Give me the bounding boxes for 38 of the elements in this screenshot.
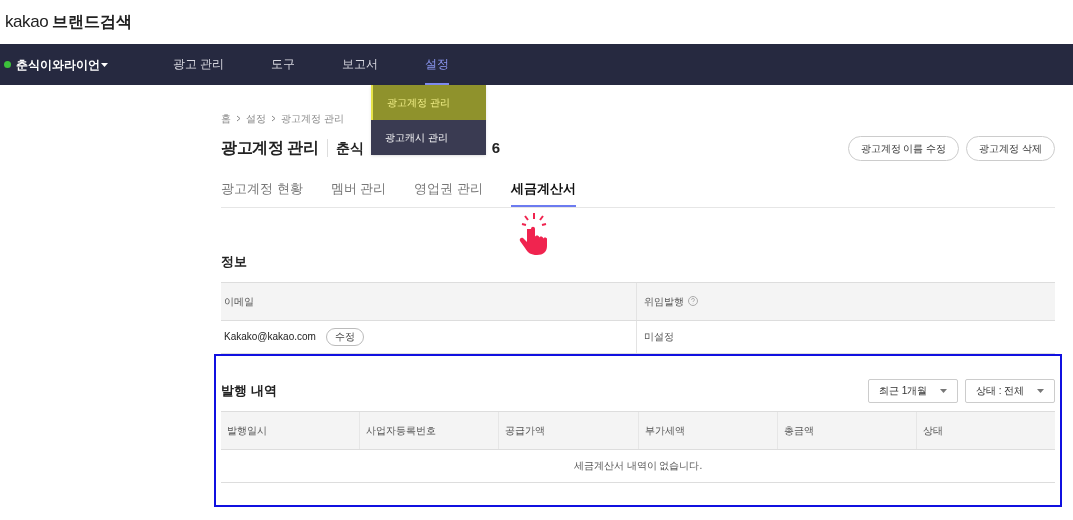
nav-tab[interactable]: 도구 (271, 44, 296, 85)
filter-dropdown[interactable]: 최근 1개월 (868, 378, 958, 403)
logo-service: 브랜드검색 (52, 12, 133, 32)
section-title: 정보 (221, 253, 248, 271)
column-header: 이메일 (224, 294, 254, 309)
breadcrumb-link[interactable]: 광고계정 관리 (281, 111, 344, 126)
tab[interactable]: 영업권 관리 (414, 173, 483, 207)
account-title: 6 (491, 137, 500, 158)
chevron-icon (271, 115, 276, 122)
account-switcher[interactable]: 춘식이와라이언 (0, 55, 173, 74)
empty-message: 세금계산서 내역이 없습니다. (573, 459, 703, 473)
tab[interactable]: 세금계산서 (510, 173, 576, 207)
email-text: Kakako@kakao.com (224, 330, 317, 344)
chevron-icon (236, 115, 241, 122)
help-icon[interactable] (688, 296, 698, 306)
tab[interactable]: 멤버 관리 (330, 173, 387, 207)
breadcrumb-link[interactable]: 설정 (246, 111, 266, 126)
caret-icon (940, 388, 947, 393)
breadcrumb-link[interactable]: 홈 (221, 111, 231, 126)
delegation-value: 미설정 (644, 330, 674, 344)
column-header: 공급가액 (505, 423, 546, 438)
filter-dropdown[interactable]: 상태 : 전체 (965, 378, 1055, 403)
section-title: 발행 내역 (221, 381, 277, 400)
column-header: 위임발행 (644, 294, 684, 309)
column-header: 발행일시 (227, 423, 267, 438)
page-title: 광고계정 관리 (221, 138, 319, 158)
column-header: 부가세액 (644, 423, 685, 438)
caret-icon (101, 62, 108, 67)
column-header: 상태 (922, 423, 943, 438)
column-header: 사업자등록번호 (366, 423, 437, 438)
nav-tab[interactable]: 광고 관리 (173, 44, 225, 85)
tab[interactable]: 광고계정 현황 (221, 173, 303, 207)
caret-icon (1037, 388, 1044, 393)
nav-tab[interactable]: 보고서 (342, 44, 379, 85)
account-title: 춘식 (335, 138, 364, 158)
column-header: 총금액 (783, 423, 814, 438)
menu-item[interactable]: 광고캐시 관리 (371, 120, 486, 155)
logo-brand: kakao (5, 11, 49, 34)
